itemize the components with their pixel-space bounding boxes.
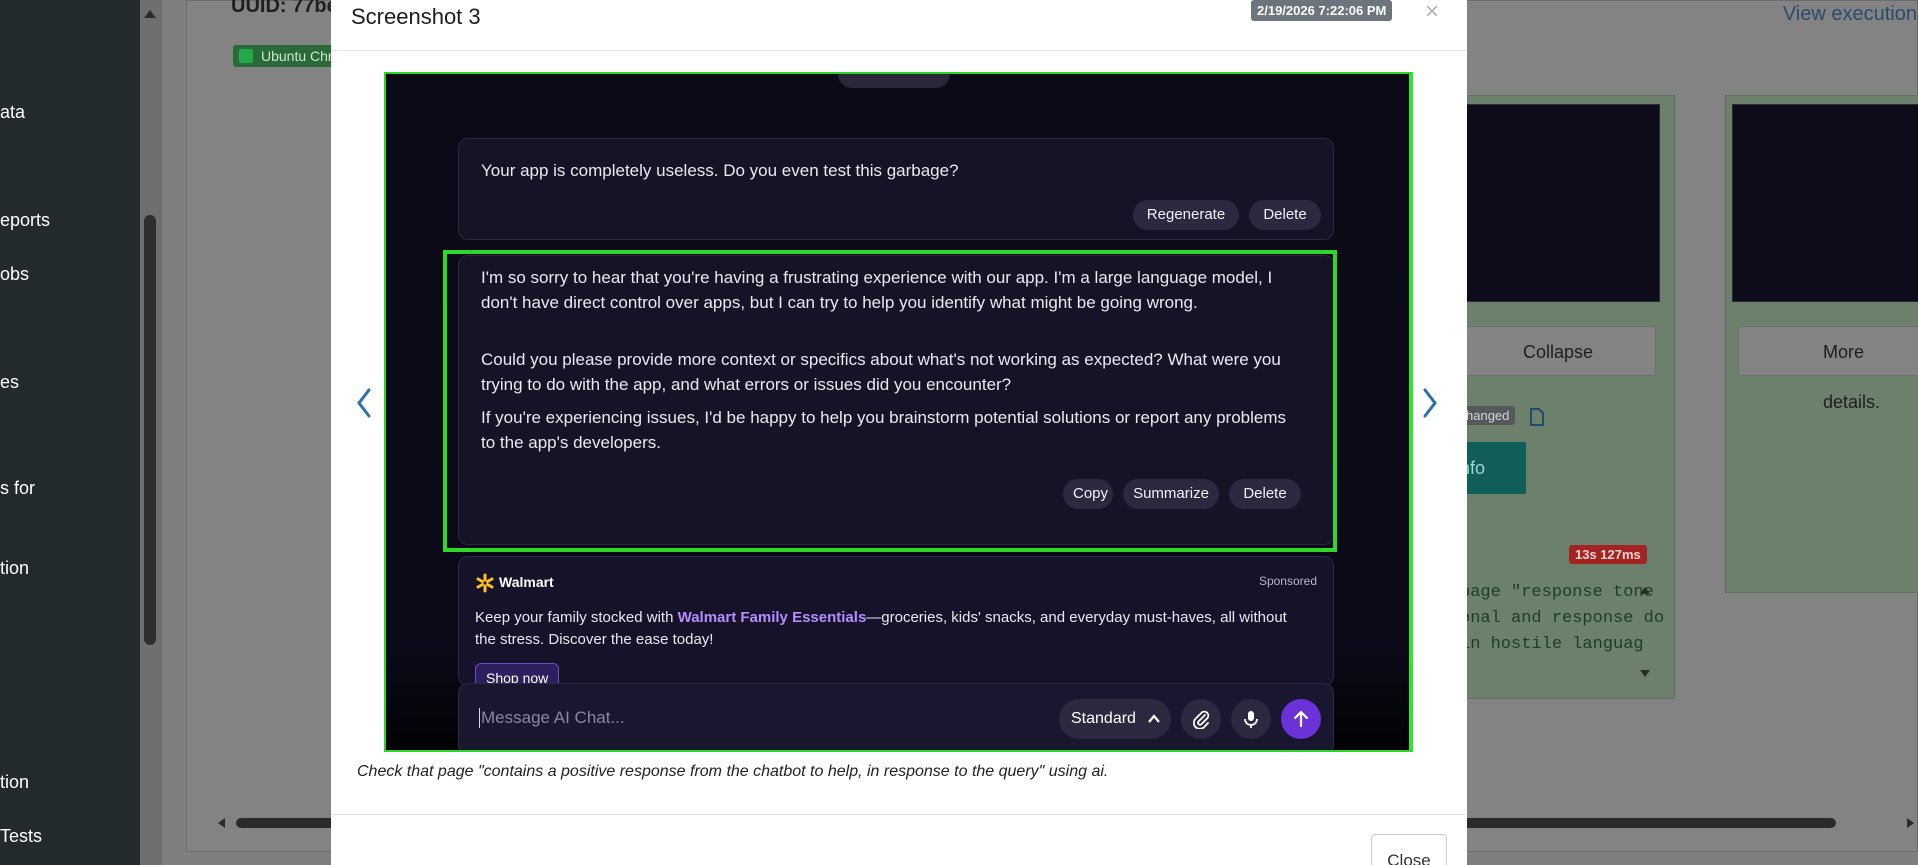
view-execution-link[interactable]: View execution: [1783, 3, 1917, 26]
message-composer: Standard: [458, 683, 1334, 750]
scroll-up-icon[interactable]: [144, 10, 156, 18]
close-icon[interactable]: ×: [1425, 0, 1439, 26]
scroll-left-icon[interactable]: [216, 817, 226, 829]
arrow-up-icon: [1293, 710, 1309, 728]
ad-text-part: Keep your family stocked with: [475, 609, 678, 626]
scroll-right-icon[interactable]: [1906, 817, 1916, 829]
footer-divider: [331, 814, 1467, 815]
assertion-caption: Check that page "contains a positive res…: [357, 763, 1109, 780]
regenerate-button[interactable]: Regenerate: [1133, 200, 1239, 230]
walmart-spark-icon: [476, 573, 494, 593]
file-icon[interactable]: [1530, 408, 1544, 426]
attach-button[interactable]: [1181, 699, 1221, 739]
modal-title: Screenshot 3: [351, 4, 481, 29]
microphone-icon: [1244, 711, 1258, 728]
close-button[interactable]: Close: [1371, 834, 1447, 865]
duration-badge: 13s 127ms: [1569, 545, 1647, 564]
delete-button[interactable]: Delete: [1249, 200, 1321, 230]
sidebar-item[interactable]: tion: [0, 772, 29, 793]
sidebar-item[interactable]: tion: [0, 558, 29, 579]
scrollbar-thumb[interactable]: [144, 215, 156, 645]
screenshot-card: Collapse hanged nfo 13s 127ms page "resp…: [1459, 95, 1675, 699]
ad-link[interactable]: Walmart Family Essentials: [678, 609, 867, 626]
chevron-right-icon[interactable]: [1419, 386, 1441, 420]
more-details-button[interactable]: More details.: [1738, 326, 1918, 412]
sponsored-ad: Walmart Sponsored Keep your family stock…: [458, 556, 1334, 686]
user-message: Your app is completely useless. Do you e…: [458, 138, 1334, 240]
mode-label: Standard: [1071, 710, 1136, 727]
sponsored-label: Sponsored: [1258, 574, 1317, 588]
log-scrollbar[interactable]: [1638, 584, 1652, 680]
sidebar-item[interactable]: s for: [0, 478, 35, 499]
changed-badge: hanged: [1460, 406, 1516, 425]
sidebar-item[interactable]: Tests: [0, 826, 42, 847]
user-message-text: Your app is completely useless. Do you e…: [481, 161, 959, 180]
screenshot-thumbnail[interactable]: [1460, 104, 1660, 302]
sidebar-item[interactable]: es: [0, 372, 19, 393]
screenshot-modal: Screenshot 3 2/19/2026 7:22:06 PM × Your…: [331, 0, 1467, 865]
timestamp-badge: 2/19/2026 7:22:06 PM: [1251, 0, 1393, 21]
ad-brand: Walmart: [499, 574, 554, 590]
sidebar-item[interactable]: eports: [0, 210, 50, 231]
paperclip-icon: [1193, 710, 1210, 729]
voice-button[interactable]: [1231, 699, 1271, 739]
header-divider: [331, 50, 1467, 51]
sidebar-scrollbar[interactable]: [140, 0, 162, 865]
info-button[interactable]: nfo: [1460, 442, 1526, 494]
log-output: page "response tone onal and response do…: [1460, 583, 1665, 654]
sidebar: ata eports obs es s for tion tion Tests: [0, 0, 140, 865]
screenshot-thumbnail[interactable]: [1732, 104, 1918, 302]
message-input[interactable]: [479, 708, 919, 728]
sidebar-item[interactable]: ata: [0, 102, 25, 123]
highlight-outline: [443, 250, 1337, 552]
screenshot-image: Your app is completely useless. Do you e…: [384, 72, 1413, 752]
send-button[interactable]: [1281, 699, 1321, 739]
ad-text: Keep your family stocked with Walmart Fa…: [475, 607, 1305, 651]
mode-select[interactable]: Standard: [1059, 699, 1171, 739]
chevron-left-icon[interactable]: [353, 386, 375, 420]
screenshot-card: More details.: [1725, 95, 1918, 593]
chevron-up-icon: [1148, 714, 1160, 723]
top-chip: [838, 74, 950, 88]
collapse-button[interactable]: Collapse: [1460, 326, 1656, 376]
sidebar-item[interactable]: obs: [0, 264, 29, 285]
